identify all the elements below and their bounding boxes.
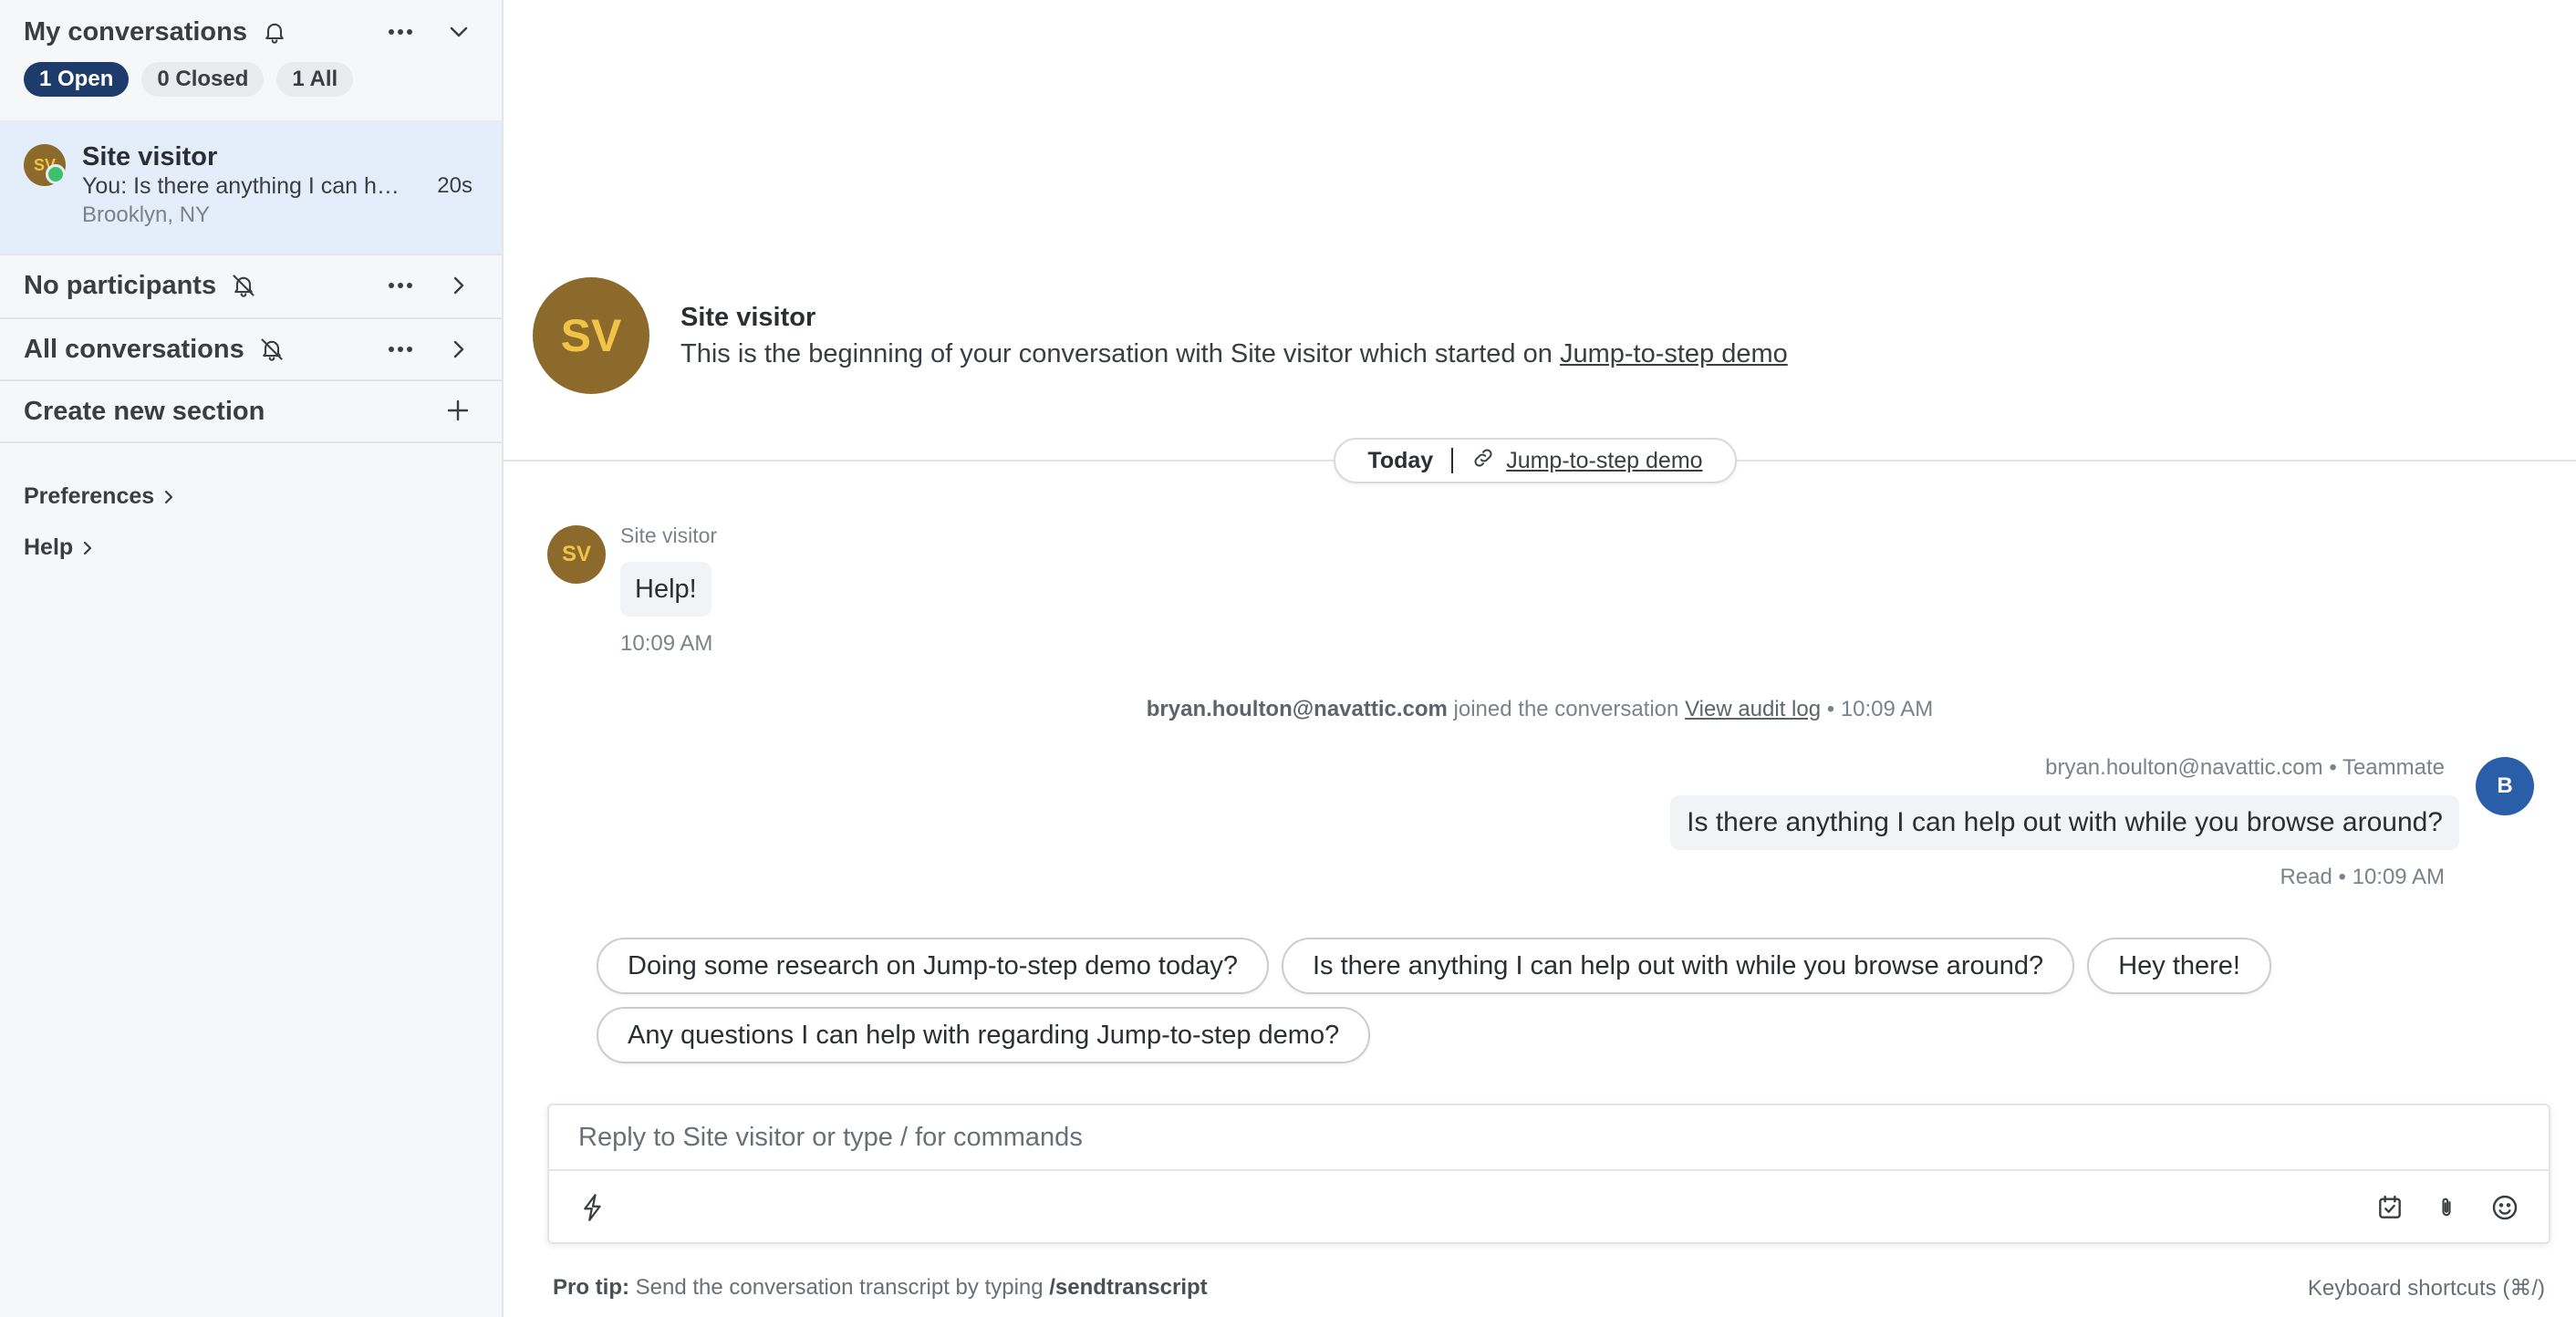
preferences-link[interactable]: Preferences [24, 483, 174, 510]
chevron-right-icon [84, 541, 92, 555]
pro-tip-command: /sendtranscript [1049, 1275, 1208, 1300]
keyboard-shortcuts-link[interactable]: Keyboard shortcuts (⌘/) [2308, 1275, 2545, 1301]
chevron-right-icon[interactable] [443, 270, 474, 301]
event-time: 10:09 AM [1840, 697, 1934, 721]
link-icon [1471, 446, 1495, 476]
all-conversations-header[interactable]: All conversations [0, 317, 502, 381]
visitor-name: Site visitor [680, 303, 816, 332]
outgoing-sender: bryan.houlton@navattic.com [2045, 755, 2323, 780]
conversation-list-item[interactable]: SV Site visitor You: Is there anything I… [0, 120, 502, 254]
pro-tip-text: Send the conversation transcript by typi… [635, 1275, 1044, 1300]
chevron-down-icon[interactable] [443, 16, 474, 47]
bullet: • [2329, 755, 2337, 780]
create-section-label: Create new section [24, 396, 265, 426]
bullet: • [1826, 697, 1835, 721]
day-label: Today [1367, 447, 1434, 473]
filter-open[interactable]: 1 Open [24, 62, 130, 97]
join-event: bryan.houlton@navattic.com joined the co… [504, 697, 2576, 722]
create-section-button[interactable]: Create new section [0, 381, 502, 441]
chevron-right-icon [165, 490, 173, 503]
outgoing-time: 10:09 AM [2352, 865, 2445, 889]
online-status-icon [46, 164, 66, 184]
conversation-name: Site visitor [82, 142, 218, 171]
visitor-avatar: SV [533, 277, 649, 394]
my-conversations-title: My conversations [24, 16, 247, 47]
separator [1451, 448, 1454, 473]
filter-all[interactable]: 1 All [276, 62, 354, 97]
reply-composer [547, 1104, 2550, 1244]
all-conversations-title: All conversations [24, 334, 244, 364]
visitor-avatar: SV [547, 525, 606, 584]
conversation-preview: You: Is there anything I can help out wi… [82, 173, 410, 199]
sidebar: My conversations 1 Open 0 Closed 1 All S… [0, 0, 504, 1317]
bell-off-icon[interactable] [231, 273, 256, 298]
bell-off-icon[interactable] [259, 337, 285, 362]
conversation-time: 20s [437, 173, 473, 198]
bell-icon[interactable] [262, 19, 287, 45]
suggested-reply[interactable]: Hey there! [2087, 938, 2271, 994]
bullet: • [2338, 865, 2346, 889]
conversation-intro: This is the beginning of your conversati… [680, 339, 1788, 369]
preferences-label: Preferences [24, 483, 155, 509]
message-time: 10:09 AM [620, 631, 713, 656]
view-audit-log-link[interactable]: View audit log [1685, 697, 1821, 721]
day-chip: Today Jump-to-step demo [1334, 438, 1737, 483]
more-options-icon[interactable] [385, 334, 416, 365]
suggested-reply[interactable]: Is there anything I can help out with wh… [1281, 938, 2075, 994]
outgoing-meta: bryan.houlton@navattic.com • Teammate [2045, 755, 2445, 781]
more-options-icon[interactable] [385, 16, 416, 47]
suggested-replies: Doing some research on Jump-to-step demo… [597, 938, 2476, 1076]
reply-input[interactable] [549, 1105, 2549, 1171]
event-action: joined the conversation [1453, 697, 1679, 721]
intro-text: This is the beginning of your conversati… [680, 339, 1553, 368]
pro-tip-label: Pro tip: [553, 1275, 629, 1300]
checkbox-calendar-icon[interactable] [2372, 1189, 2408, 1226]
message-sender: Site visitor [620, 524, 718, 547]
agent-avatar: B [2476, 757, 2534, 815]
lightning-icon[interactable] [575, 1189, 611, 1226]
outgoing-role: Teammate [2342, 755, 2445, 780]
more-options-icon[interactable] [385, 270, 416, 301]
no-participants-title: No participants [24, 270, 217, 300]
read-status: Read [2280, 865, 2332, 889]
day-demo-link[interactable]: Jump-to-step demo [1506, 448, 1702, 474]
outgoing-message: Is there anything I can help out with wh… [1670, 795, 2459, 850]
plus-icon[interactable] [445, 398, 471, 428]
help-label: Help [24, 534, 74, 560]
outgoing-status: Read • 10:09 AM [2280, 865, 2445, 890]
conversation-filters: 1 Open 0 Closed 1 All [24, 62, 354, 97]
event-actor: bryan.houlton@navattic.com [1146, 697, 1448, 721]
pro-tip: Pro tip: Send the conversation transcrip… [553, 1275, 1208, 1301]
no-participants-header[interactable]: No participants [0, 254, 502, 317]
paperclip-icon[interactable] [2428, 1189, 2465, 1226]
suggested-reply[interactable]: Any questions I can help with regarding … [597, 1007, 1371, 1063]
my-conversations-header[interactable]: My conversations [0, 0, 502, 64]
divider [0, 441, 502, 443]
chevron-right-icon[interactable] [443, 334, 474, 365]
suggested-reply[interactable]: Doing some research on Jump-to-step demo… [597, 938, 1269, 994]
emoji-icon[interactable] [2487, 1189, 2523, 1226]
help-link[interactable]: Help [24, 534, 93, 561]
incoming-message: Help! [620, 562, 712, 617]
conversation-location: Brooklyn, NY [82, 202, 211, 227]
intro-demo-link[interactable]: Jump-to-step demo [1560, 339, 1788, 368]
conversation-panel: SV Site visitor This is the beginning of… [504, 0, 2576, 1317]
filter-closed[interactable]: 0 Closed [141, 62, 265, 97]
